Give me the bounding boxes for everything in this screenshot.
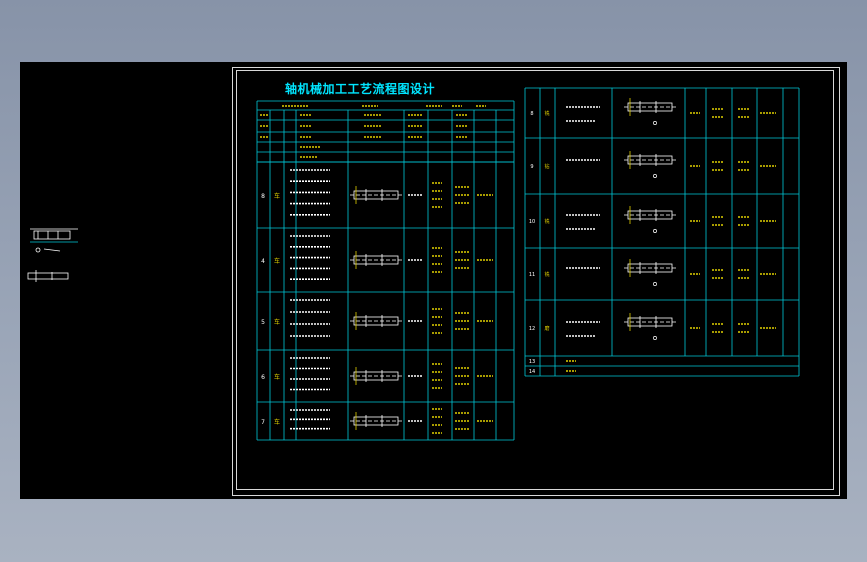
step-number: 13 bbox=[529, 359, 535, 365]
operation-label: 铣 bbox=[544, 110, 549, 117]
operation-label: 车 bbox=[274, 192, 280, 200]
step-number: 4 bbox=[261, 258, 265, 265]
step-number: 8 bbox=[261, 193, 265, 200]
step-number: 5 bbox=[261, 319, 265, 326]
step-number: 8 bbox=[530, 111, 533, 117]
section-mark bbox=[653, 336, 657, 340]
step-number: 9 bbox=[530, 164, 533, 170]
operation-label: 铣 bbox=[544, 271, 549, 278]
drawing-layer: 8 车 4 车 5 车 6 车 7 车 8 铣 9 钻 10 铣 11 铣 12 磨 13 14 bbox=[27, 87, 800, 441]
part-sketch bbox=[350, 251, 402, 269]
section-mark bbox=[653, 282, 657, 286]
step-number: 12 bbox=[529, 326, 535, 332]
process-table-left: 8 车 4 车 5 车 6 车 7 车 bbox=[256, 100, 515, 441]
section-mark bbox=[653, 229, 657, 233]
section-mark bbox=[653, 174, 657, 178]
part-sketch bbox=[624, 151, 676, 169]
step-number: 11 bbox=[529, 272, 535, 278]
process-table-right: 8 铣 9 钻 10 铣 11 铣 12 磨 13 14 bbox=[524, 87, 800, 377]
part-sketch bbox=[624, 206, 676, 224]
part-sketch bbox=[624, 259, 676, 277]
step-number: 7 bbox=[261, 419, 265, 426]
part-sketch bbox=[624, 313, 676, 331]
operation-label: 车 bbox=[274, 418, 280, 426]
detail-sketch-shaft bbox=[27, 228, 78, 282]
operation-label: 钻 bbox=[544, 163, 549, 170]
step-number: 14 bbox=[529, 369, 535, 375]
operation-label: 铣 bbox=[544, 218, 549, 225]
step-number: 6 bbox=[261, 374, 265, 381]
step-number: 10 bbox=[529, 219, 535, 225]
operation-label: 车 bbox=[274, 318, 280, 326]
part-sketch bbox=[624, 98, 676, 116]
section-mark bbox=[653, 121, 657, 125]
operation-label: 磨 bbox=[544, 325, 549, 332]
operation-label: 车 bbox=[274, 373, 280, 381]
part-sketch bbox=[350, 412, 402, 430]
part-sketch bbox=[350, 186, 402, 204]
part-sketch bbox=[350, 367, 402, 385]
part-sketch bbox=[350, 312, 402, 330]
operation-label: 车 bbox=[274, 257, 280, 265]
